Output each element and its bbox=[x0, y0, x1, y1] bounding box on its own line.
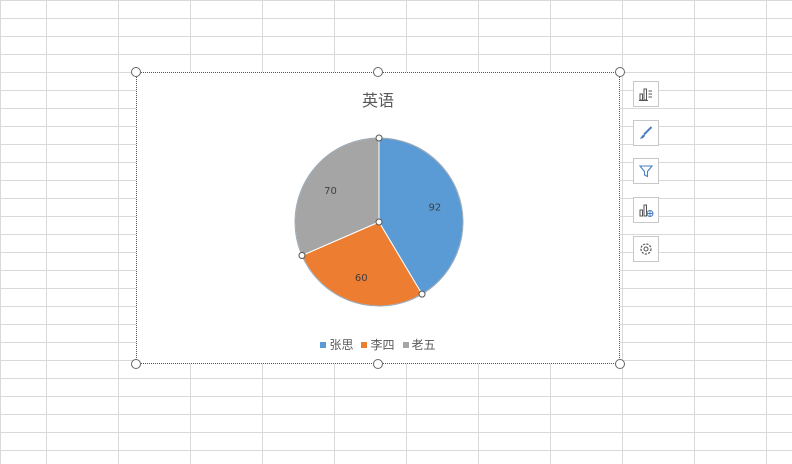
chart-legend[interactable]: 张思 李四 老五 bbox=[137, 336, 619, 353]
chart-filters-icon bbox=[638, 165, 654, 178]
series-selection-handle[interactable] bbox=[418, 290, 426, 298]
legend-label: 张思 bbox=[329, 338, 354, 352]
chart-area[interactable]: 英语 92 60 70 张思 李四 老五 bbox=[136, 72, 620, 364]
chart-filters-button[interactable] bbox=[633, 158, 659, 184]
series-selection-handle[interactable] bbox=[375, 134, 383, 142]
chart-settings-button[interactable] bbox=[633, 236, 659, 262]
series-selection-handle[interactable] bbox=[375, 218, 383, 226]
resize-handle-bottom[interactable] bbox=[373, 359, 383, 369]
resize-handle-bottom-left[interactable] bbox=[131, 359, 141, 369]
resize-handle-bottom-right[interactable] bbox=[615, 359, 625, 369]
pie-chart[interactable]: 92 60 70 bbox=[137, 73, 621, 365]
resize-handle-top-right[interactable] bbox=[615, 67, 625, 77]
legend-swatch bbox=[361, 341, 368, 348]
data-label[interactable]: 70 bbox=[324, 186, 337, 197]
chart-elements-icon bbox=[639, 88, 652, 101]
chart-styles-icon bbox=[640, 126, 653, 139]
data-label[interactable]: 92 bbox=[429, 203, 442, 214]
legend-swatch bbox=[402, 341, 409, 348]
chart-settings-icon bbox=[640, 243, 652, 255]
legend-swatch bbox=[320, 341, 327, 348]
chart-layout-button[interactable] bbox=[633, 197, 659, 223]
resize-handle-top-left[interactable] bbox=[131, 67, 141, 77]
chart-layout-icon bbox=[639, 204, 654, 217]
legend-label: 老五 bbox=[411, 338, 436, 352]
data-label[interactable]: 60 bbox=[355, 273, 368, 284]
resize-handle-top[interactable] bbox=[373, 67, 383, 77]
legend-label: 李四 bbox=[370, 338, 395, 352]
chart-elements-button[interactable] bbox=[633, 81, 659, 107]
legend-item[interactable]: 张思 bbox=[320, 336, 353, 353]
legend-item[interactable]: 李四 bbox=[361, 336, 395, 353]
legend-item[interactable]: 老五 bbox=[402, 336, 436, 353]
chart-styles-button[interactable] bbox=[633, 120, 659, 146]
series-selection-handle[interactable] bbox=[298, 252, 306, 260]
